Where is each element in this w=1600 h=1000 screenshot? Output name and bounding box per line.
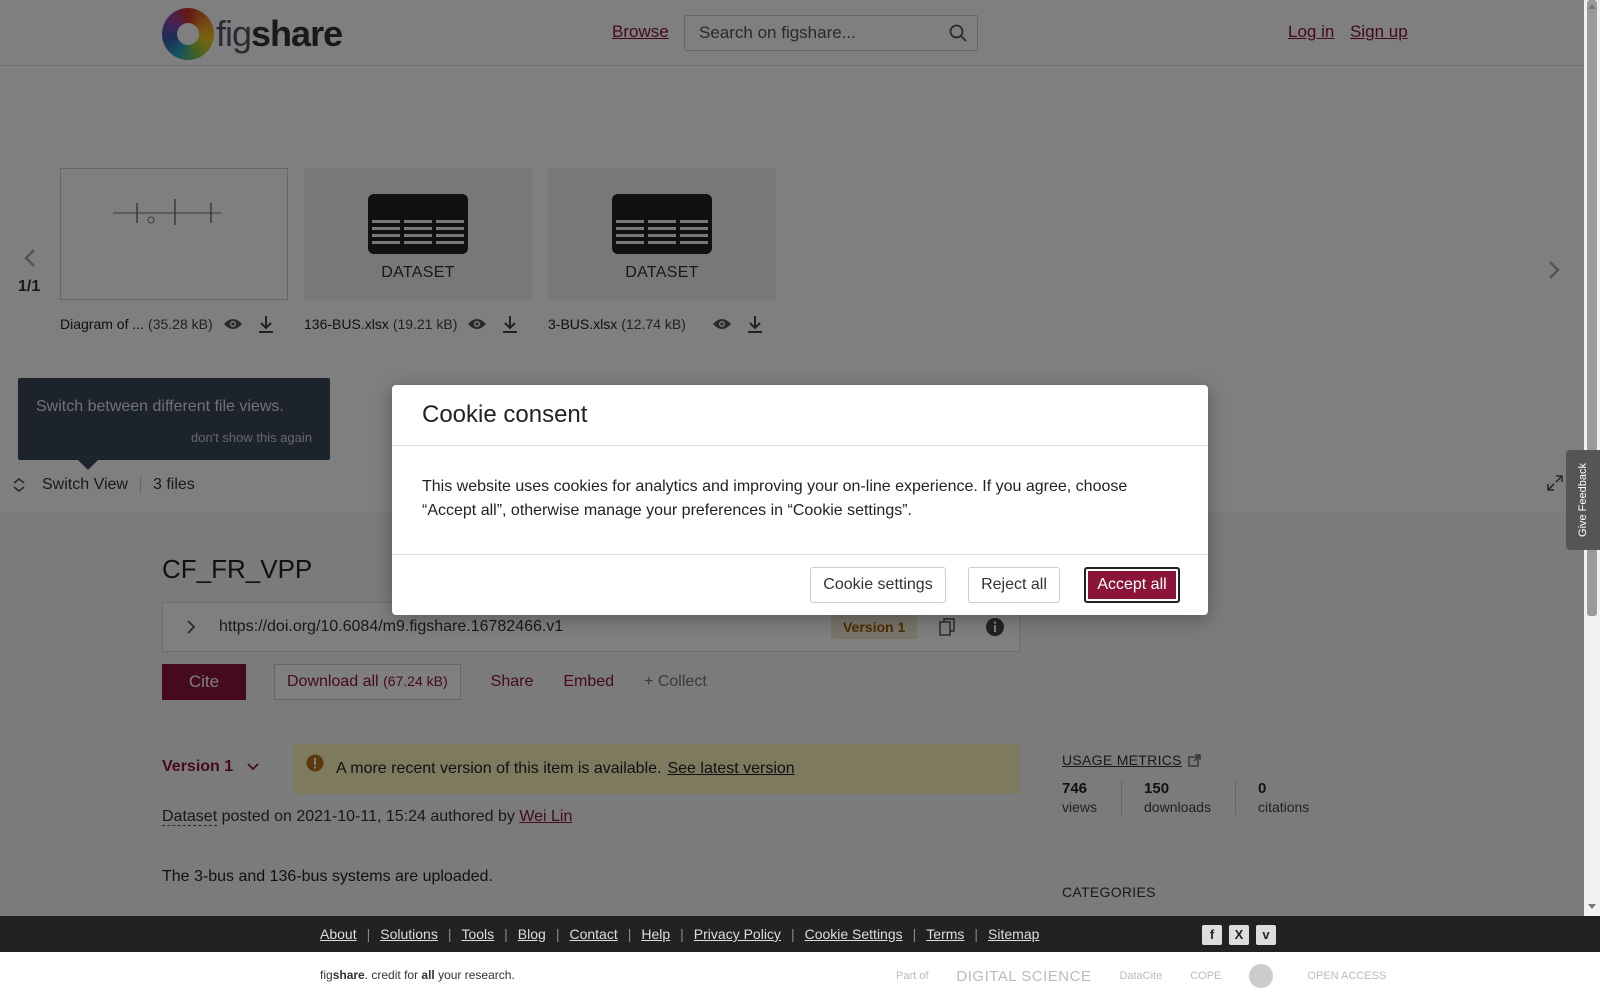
- give-feedback-tab[interactable]: Give Feedback: [1566, 450, 1600, 550]
- footer-link-contact[interactable]: Contact: [569, 926, 617, 942]
- separator: |: [974, 926, 979, 942]
- partner-globe-icon[interactable]: [1249, 964, 1274, 988]
- footer-link-blog[interactable]: Blog: [518, 926, 546, 942]
- facebook-icon[interactable]: f: [1202, 925, 1222, 945]
- separator: |: [555, 926, 560, 942]
- partner-logos: Part of DIGITAL SCIENCE DataCite COPE OP…: [896, 964, 1414, 988]
- separator: |: [912, 926, 917, 942]
- separator: |: [627, 926, 632, 942]
- footer-link-tools[interactable]: Tools: [461, 926, 494, 942]
- footer-link-about[interactable]: About: [320, 926, 357, 942]
- separator: |: [447, 926, 452, 942]
- social-links: f X v: [1202, 925, 1283, 945]
- part-of-label: Part of: [896, 970, 929, 982]
- x-twitter-icon[interactable]: X: [1229, 925, 1249, 945]
- footer-link-terms[interactable]: Terms: [926, 926, 964, 942]
- footer-bottom: figshare. credit for all your research. …: [0, 952, 1600, 1000]
- cookie-settings-button[interactable]: Cookie settings: [810, 567, 946, 603]
- footer-link-help[interactable]: Help: [641, 926, 670, 942]
- vimeo-icon[interactable]: v: [1256, 925, 1276, 945]
- footer-link-solutions[interactable]: Solutions: [380, 926, 438, 942]
- site-footer: About | Solutions | Tools | Blog | Contact | …: [0, 916, 1600, 1000]
- digital-science-logo[interactable]: DIGITAL SCIENCE: [956, 968, 1091, 985]
- reject-all-button[interactable]: Reject all: [968, 567, 1060, 603]
- open-access-logo[interactable]: OPEN ACCESS: [1307, 970, 1386, 982]
- divider: [392, 445, 1208, 446]
- separator: |: [680, 926, 684, 942]
- cookie-consent-dialog: Cookie consent This website uses cookies…: [392, 385, 1208, 615]
- cookie-consent-title: Cookie consent: [422, 401, 588, 428]
- divider: [392, 554, 1208, 555]
- give-feedback-label: Give Feedback: [1577, 463, 1589, 537]
- scroll-down-arrow-icon[interactable]: [1588, 904, 1596, 909]
- separator: |: [366, 926, 371, 942]
- scroll-up-arrow-icon[interactable]: [1588, 4, 1596, 9]
- datacite-logo[interactable]: DataCite: [1119, 970, 1162, 982]
- separator: |: [790, 926, 795, 942]
- footer-link-sitemap[interactable]: Sitemap: [988, 926, 1039, 942]
- cope-logo[interactable]: COPE: [1190, 970, 1221, 982]
- footer-link-cookie-settings[interactable]: Cookie Settings: [805, 926, 903, 942]
- cookie-consent-text: This website uses cookies for analytics …: [422, 478, 1128, 519]
- footer-link-privacy-policy[interactable]: Privacy Policy: [694, 926, 781, 942]
- footer-tagline: figshare. credit for all your research.: [320, 968, 515, 982]
- separator: |: [504, 926, 508, 942]
- accept-all-button[interactable]: Accept all: [1084, 567, 1180, 603]
- footer-links-bar: About | Solutions | Tools | Blog | Contact | …: [0, 916, 1600, 952]
- footer-links: About | Solutions | Tools | Blog | Contact | …: [320, 926, 1039, 942]
